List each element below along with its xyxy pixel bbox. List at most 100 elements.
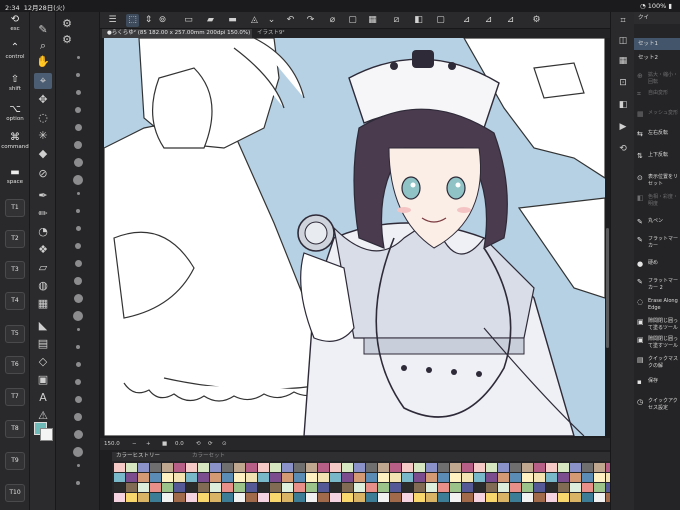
gradient-tool-icon[interactable]: ▤	[34, 336, 52, 352]
zoom-in-icon[interactable]: +	[146, 441, 151, 447]
color-swatch[interactable]	[210, 463, 221, 472]
color-swatch[interactable]	[282, 463, 293, 472]
export-arrow-icon[interactable]: ⌄	[265, 14, 278, 27]
color-swatch[interactable]	[234, 483, 245, 492]
color-swatch[interactable]	[162, 463, 173, 472]
color-swatch[interactable]	[138, 483, 149, 492]
command-key[interactable]: ⌘ command	[0, 132, 30, 150]
color-swatch[interactable]	[294, 493, 305, 502]
color-swatch[interactable]	[114, 483, 125, 492]
brush-size-preview[interactable]	[74, 124, 82, 131]
selection-settings-icon[interactable]: ⊚	[156, 14, 169, 27]
color-swatch[interactable]	[474, 483, 485, 492]
invert-selection-icon[interactable]: ◧	[412, 14, 425, 27]
color-swatch[interactable]	[342, 483, 353, 492]
subtool-group-icon[interactable]: ⚙	[58, 16, 76, 32]
brush-size-preview[interactable]	[75, 362, 81, 367]
brush-size-preview[interactable]	[76, 328, 80, 331]
color-swatch[interactable]	[498, 483, 509, 492]
fkey-t6[interactable]: T6	[5, 356, 25, 374]
auto-select-tool-icon[interactable]: ✳	[34, 128, 52, 144]
quick-set-2[interactable]: セット2	[634, 52, 680, 64]
color-swatch[interactable]	[474, 493, 485, 502]
color-swatch[interactable]	[486, 473, 497, 482]
color-swatch[interactable]	[246, 483, 257, 492]
color-swatch[interactable]	[282, 483, 293, 492]
color-swatch[interactable]	[162, 483, 173, 492]
color-swatch[interactable]	[210, 473, 221, 482]
pen-tool-icon[interactable]: ✒	[34, 188, 52, 204]
text-tool-icon[interactable]: A	[34, 390, 52, 406]
color-swatch[interactable]	[378, 493, 389, 502]
color-swatch[interactable]	[306, 473, 317, 482]
color-swatch[interactable]	[330, 483, 341, 492]
zoom-out-icon[interactable]: −	[132, 441, 137, 447]
fkey-t5[interactable]: T5	[5, 325, 25, 343]
color-swatch[interactable]	[138, 493, 149, 502]
snap-special-ruler-icon[interactable]: ⊿	[504, 14, 517, 27]
color-swatch[interactable]	[126, 473, 137, 482]
open-folder-icon[interactable]: ▰	[204, 14, 217, 27]
color-swatch[interactable]	[114, 463, 125, 472]
color-swatch[interactable]	[330, 463, 341, 472]
brush-size-preview[interactable]	[73, 447, 83, 457]
color-swatch[interactable]	[474, 463, 485, 472]
paste-icon[interactable]: ▦	[366, 14, 379, 27]
color-swatch[interactable]	[594, 493, 605, 502]
rotate-right-icon[interactable]: ⟳	[208, 441, 213, 447]
new-canvas-icon[interactable]: ▭	[182, 14, 195, 27]
color-swatch[interactable]	[198, 483, 209, 492]
shift-key[interactable]: ⇧ shift	[0, 74, 30, 92]
color-swatch[interactable]	[150, 483, 161, 492]
material-icon[interactable]: ▦	[616, 54, 630, 68]
color-swatch[interactable]	[270, 463, 281, 472]
color-swatch[interactable]	[486, 483, 497, 492]
color-swatch[interactable]	[222, 463, 233, 472]
color-swatch[interactable]	[270, 483, 281, 492]
color-swatch[interactable]	[138, 473, 149, 482]
brush-size-preview[interactable]	[74, 396, 82, 403]
brush-size-preview[interactable]	[73, 311, 83, 321]
color-swatch[interactable]	[174, 493, 185, 502]
color-swatch[interactable]	[510, 483, 521, 492]
color-swatch[interactable]	[246, 463, 257, 472]
color-swatch[interactable]	[594, 483, 605, 492]
brush-size-preview[interactable]	[76, 209, 80, 213]
airbrush-tool-icon[interactable]: ◔	[34, 224, 52, 240]
color-swatch[interactable]	[186, 483, 197, 492]
color-swatch[interactable]	[462, 473, 473, 482]
fkey-t4[interactable]: T4	[5, 292, 25, 310]
brush-size-preview[interactable]	[75, 379, 81, 385]
brush-size-preview[interactable]	[75, 243, 81, 249]
color-swatch[interactable]	[558, 473, 569, 482]
clear-icon[interactable]: ⌀	[326, 14, 339, 27]
color-swatch[interactable]	[162, 473, 173, 482]
color-swatch[interactable]	[366, 473, 377, 482]
brush-size-preview[interactable]	[76, 481, 80, 485]
color-swatch[interactable]	[474, 473, 485, 482]
color-swatch[interactable]	[450, 483, 461, 492]
operation-tool-icon[interactable]: ⌖	[34, 73, 52, 89]
color-swatch[interactable]	[378, 463, 389, 472]
color-swatch[interactable]	[282, 493, 293, 502]
color-swatch[interactable]	[402, 473, 413, 482]
color-swatch[interactable]	[414, 483, 425, 492]
drawing-canvas[interactable]	[104, 38, 605, 436]
color-swatch[interactable]	[438, 473, 449, 482]
color-swatch[interactable]	[462, 493, 473, 502]
pencil-tool-icon[interactable]: ✏	[34, 206, 52, 222]
color-swatch[interactable]	[186, 463, 197, 472]
reset-rotation-icon[interactable]: ⊙	[222, 441, 227, 447]
auto-action-icon[interactable]: ▶	[616, 120, 630, 134]
color-swatch[interactable]	[198, 493, 209, 502]
color-swatch[interactable]	[234, 473, 245, 482]
color-swatch[interactable]	[570, 483, 581, 492]
move-layer-tool-icon[interactable]: ✥	[34, 92, 52, 108]
color-swatch[interactable]	[138, 463, 149, 472]
color-swatch[interactable]	[462, 463, 473, 472]
color-swatch[interactable]	[270, 473, 281, 482]
color-swatch[interactable]	[186, 493, 197, 502]
brush-tool-icon[interactable]: ✎	[34, 22, 52, 38]
color-swatch[interactable]	[582, 473, 593, 482]
color-swatch[interactable]	[402, 483, 413, 492]
